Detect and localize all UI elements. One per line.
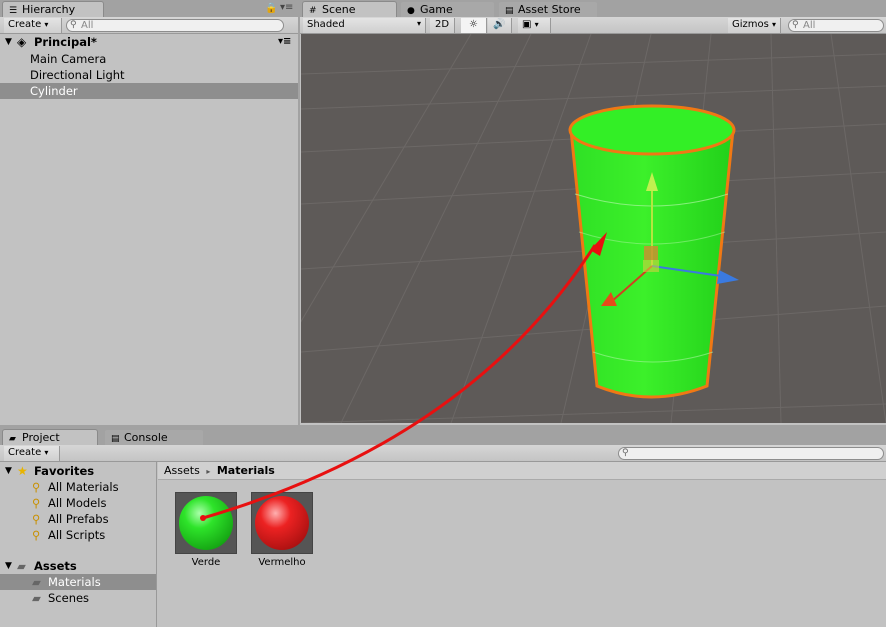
star-icon: ★ [17, 464, 28, 478]
hierarchy-item[interactable]: Main Camera [0, 51, 298, 67]
audio-toggle-button[interactable]: 🔊 [488, 18, 512, 33]
project-search-input[interactable]: ⚲ [618, 447, 884, 460]
search-icon: ⚲ [32, 528, 41, 542]
console-icon: ▤ [111, 434, 120, 444]
image-icon: ▣ [522, 19, 532, 30]
search-icon: ⚲ [32, 512, 41, 526]
search-icon: ⚲ [32, 496, 41, 510]
create-button[interactable]: Create ▾ [4, 446, 60, 461]
search-icon: ⚲ [70, 20, 77, 30]
hierarchy-panel: ☰ Hierarchy 🔒 ▾≡ Create ▾ ⚲ All ▼ ◈ Princi… [0, 0, 298, 425]
red-sphere [255, 496, 309, 550]
lighting-toggle-button[interactable]: ☼ [461, 18, 487, 33]
favorites-row[interactable]: ▼ ★ Favorites [0, 463, 156, 479]
scene-viewport[interactable] [301, 34, 886, 423]
search-icon: ⚲ [32, 480, 41, 494]
dropdown-arrow-icon: ▾ [772, 20, 777, 29]
tab-console[interactable]: ▤ Console [104, 429, 204, 445]
tab-hierarchy[interactable]: ☰ Hierarchy [2, 1, 104, 17]
green-sphere [179, 496, 233, 550]
folder-item-materials[interactable]: ▰ Materials [0, 574, 156, 590]
asset-label: Vermelho [258, 557, 306, 568]
folder-icon: ▰ [32, 575, 41, 589]
breadcrumb-materials[interactable]: Materials [217, 464, 275, 477]
asset-item[interactable]: Vermelho [251, 492, 313, 568]
material-preview-verde [175, 492, 237, 554]
search-icon: ⚲ [622, 448, 629, 458]
favorite-item[interactable]: ⚲ All Scripts [0, 527, 156, 543]
scene-root-row[interactable]: ▼ ◈ Principal* ▾≡ [0, 34, 298, 50]
hierarchy-item[interactable]: Directional Light [0, 67, 298, 83]
favorite-item[interactable]: ⚲ All Prefabs [0, 511, 156, 527]
expand-arrow-icon[interactable]: ▼ [5, 463, 12, 479]
asset-item[interactable]: Verde [175, 492, 237, 568]
expand-arrow-icon[interactable]: ▼ [5, 558, 12, 574]
asset-label: Verde [191, 557, 221, 568]
lock-icon[interactable]: 🔒 [265, 3, 277, 14]
folder-icon: ▰ [9, 434, 16, 444]
breadcrumb-separator: ▸ [206, 467, 211, 476]
favorite-item[interactable]: ⚲ All Models [0, 495, 156, 511]
search-icon: ⚲ [792, 20, 799, 30]
scene-render [301, 34, 886, 423]
project-tabbar: ▰ Project ▤ Console [0, 428, 886, 445]
expand-arrow-icon[interactable]: ▼ [5, 34, 12, 50]
dropdown-arrow-icon: ▾ [44, 20, 49, 29]
hash-icon: # [309, 6, 317, 16]
project-panel: ▰ Project ▤ Console Create ▾ ⚲ ▼ ★ Favorit… [0, 428, 886, 627]
game-icon: ● [407, 6, 415, 16]
list-icon: ☰ [9, 6, 18, 16]
hierarchy-search-input[interactable]: ⚲ All [66, 19, 284, 32]
tab-game[interactable]: ● Game [400, 1, 495, 17]
favorite-item[interactable]: ⚲ All Materials [0, 479, 156, 495]
tab-scene[interactable]: # Scene [302, 1, 397, 17]
scene-toolbar: Shaded ▾ 2D ☼ 🔊 ▣ ▾ Gizmos ▾ ⚲ All [300, 17, 886, 34]
create-button[interactable]: Create ▾ [4, 18, 62, 33]
scene-search-input[interactable]: ⚲ All [788, 19, 884, 32]
hierarchy-item[interactable]: Cylinder [0, 83, 298, 99]
tab-asset-store[interactable]: ▤ Asset Store [498, 1, 598, 17]
effects-dropdown[interactable]: ▣ ▾ [518, 18, 551, 33]
panel-menu-icon[interactable]: ▾≡ [280, 2, 293, 13]
breadcrumb: Assets ▸ Materials [158, 462, 886, 480]
2d-toggle-button[interactable]: 2D [430, 18, 455, 33]
folder-icon: ▰ [17, 559, 26, 573]
tab-project[interactable]: ▰ Project [2, 429, 98, 445]
store-icon: ▤ [505, 6, 514, 16]
scene-menu-icon[interactable]: ▾≡ [278, 34, 291, 50]
shading-mode-dropdown[interactable]: Shaded ▾ [303, 18, 426, 33]
gizmos-dropdown[interactable]: Gizmos ▾ [728, 18, 781, 33]
hierarchy-toolbar: Create ▾ ⚲ All [0, 17, 298, 34]
folder-icon: ▰ [32, 591, 41, 605]
scene-tabbar: # Scene ● Game ▤ Asset Store [300, 0, 886, 17]
speaker-icon: 🔊 [493, 19, 506, 30]
dropdown-arrow-icon: ▾ [534, 20, 539, 29]
dropdown-arrow-icon: ▾ [44, 448, 49, 457]
breadcrumb-assets[interactable]: Assets [164, 464, 200, 477]
hierarchy-tabbar: ☰ Hierarchy 🔒 ▾≡ [0, 0, 298, 17]
material-preview-vermelho [251, 492, 313, 554]
assets-row[interactable]: ▼ ▰ Assets [0, 558, 156, 574]
sun-icon: ☼ [469, 19, 478, 30]
unity-scene-icon: ◈ [17, 35, 27, 49]
dropdown-arrow-icon: ▾ [416, 19, 421, 28]
folder-tree: ▼ ★ Favorites ⚲ All Materials ⚲ All Models… [0, 462, 157, 627]
project-toolbar: Create ▾ ⚲ [0, 445, 886, 462]
folder-item-scenes[interactable]: ▰ Scenes [0, 590, 156, 606]
